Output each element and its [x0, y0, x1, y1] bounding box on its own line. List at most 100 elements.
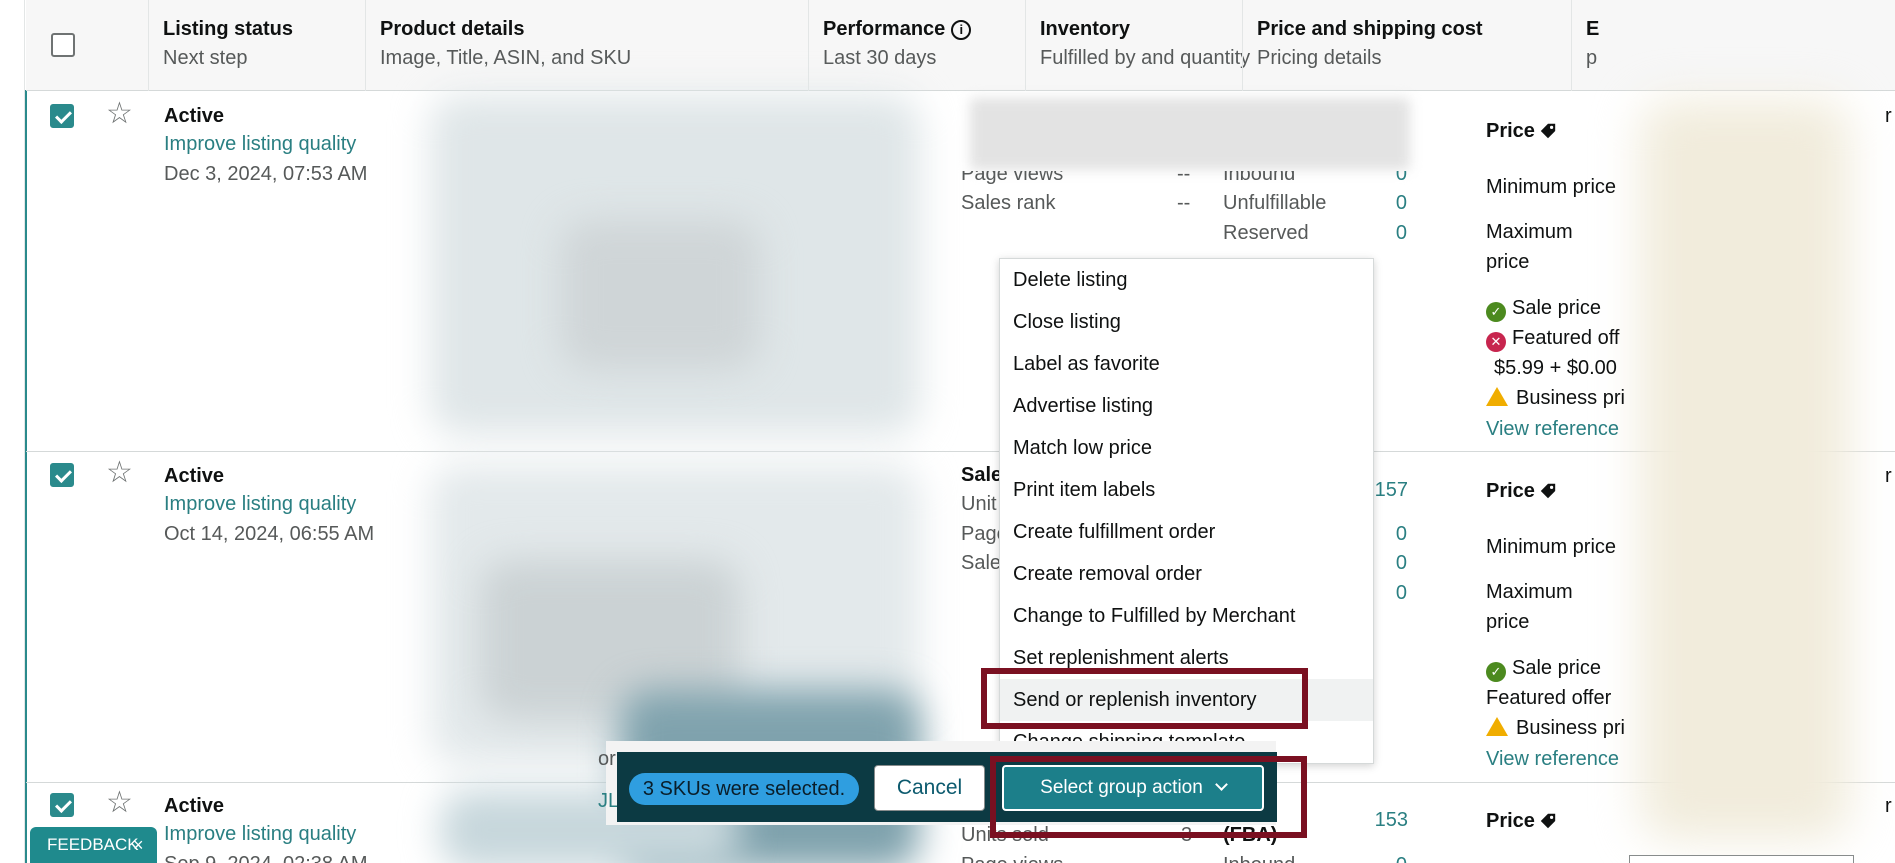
close-icon[interactable]: ×	[133, 827, 144, 863]
header-subtitle: Pricing details	[1257, 47, 1382, 69]
favorite-star-icon[interactable]: ☆	[106, 99, 133, 129]
listing-date: Dec 3, 2024, 07:53 AM	[164, 163, 368, 185]
header-subtitle: Image, Title, ASIN, and SKU	[380, 47, 632, 69]
header-subtitle: Last 30 days	[823, 47, 937, 69]
view-reference-link[interactable]: View reference	[1486, 746, 1619, 772]
partial-column-edge: r	[1885, 795, 1892, 817]
sale-price-line: ✓ Sale price	[1486, 653, 1601, 683]
maximum-price-label: price	[1486, 611, 1530, 633]
featured-offer-label: Featured off	[1512, 327, 1620, 349]
perf-label: Sale	[961, 464, 1003, 486]
menu-item-delete-listing[interactable]: Delete listing	[1000, 259, 1373, 301]
inventory-value[interactable]: 0	[1385, 852, 1407, 863]
info-icon[interactable]: i	[951, 20, 972, 40]
maximum-price-label: Maximum	[1486, 221, 1573, 243]
menu-item-close-listing[interactable]: Close listing	[1000, 301, 1373, 343]
inventory-value[interactable]: 0	[1385, 550, 1407, 576]
header-title: Performance i	[823, 16, 1012, 42]
improve-listing-link[interactable]: Improve listing quality	[164, 491, 356, 517]
listing-status: Active	[164, 465, 225, 487]
perf-label: Page views	[961, 852, 1063, 863]
obscured-text: JL	[598, 790, 620, 812]
business-price-label: Business pri	[1516, 717, 1625, 739]
price-input-field[interactable]	[1629, 855, 1854, 863]
warning-icon	[1486, 717, 1508, 736]
featured-offer-value: $5.99 + $0.00	[1494, 357, 1617, 379]
inventory-label: Unfulfillable	[1223, 192, 1327, 214]
header-inventory[interactable]: Inventory Fulfilled by and quantity	[1025, 0, 1251, 91]
menu-item-label-favorite[interactable]: Label as favorite	[1000, 343, 1373, 385]
header-subtitle: p	[1586, 47, 1598, 69]
feedback-label: FEEDBACK	[47, 835, 139, 854]
menu-item-create-removal-order[interactable]: Create removal order	[1000, 553, 1373, 595]
row-divider	[26, 451, 1895, 452]
minimum-price-label: Minimum price	[1486, 536, 1617, 558]
header-title: Inventory	[1040, 18, 1131, 40]
price-tag-icon	[1540, 483, 1556, 499]
header-title: Price and shipping cost	[1257, 18, 1483, 40]
partial-column-edge: r	[1885, 465, 1892, 487]
highlight-group-action	[990, 756, 1307, 838]
blurred-performance	[970, 98, 1410, 170]
row-checkbox[interactable]	[50, 104, 74, 128]
header-next-column[interactable]: E p	[1571, 0, 1631, 91]
favorite-star-icon[interactable]: ☆	[106, 788, 133, 818]
sale-price-label: Sale price	[1512, 297, 1601, 319]
price-tag-icon	[1540, 123, 1556, 139]
menu-item-print-labels[interactable]: Print item labels	[1000, 469, 1373, 511]
menu-item-advertise-listing[interactable]: Advertise listing	[1000, 385, 1373, 427]
row-checkbox[interactable]	[50, 793, 74, 817]
sale-price-label: Sale price	[1512, 657, 1601, 679]
check-circle-icon: ✓	[1486, 302, 1506, 322]
featured-offer-line: ✕ Featured off	[1486, 323, 1619, 353]
improve-listing-link[interactable]: Improve listing quality	[164, 131, 356, 157]
inventory-value[interactable]: 153	[1370, 807, 1408, 833]
highlight-send-replenish	[981, 668, 1308, 729]
header-title: Listing status	[163, 18, 294, 40]
header-title: Product details	[380, 18, 525, 40]
manage-inventory-page: Listing status Next step Product details…	[0, 0, 1895, 863]
maximum-price-label: price	[1486, 251, 1530, 273]
check-circle-icon: ✓	[1486, 662, 1506, 682]
inventory-value[interactable]: 0	[1385, 190, 1407, 216]
blurred-product-image	[560, 220, 760, 370]
listing-status: Active	[164, 795, 225, 817]
business-price-label: Business pri	[1516, 387, 1625, 409]
price-title: Price	[1486, 120, 1535, 142]
obscured-text: or	[598, 748, 616, 770]
cancel-button[interactable]: Cancel	[874, 765, 985, 811]
header-product-details[interactable]: Product details Image, Title, ASIN, and …	[365, 0, 809, 91]
menu-item-create-fulfillment-order[interactable]: Create fulfillment order	[1000, 511, 1373, 553]
header-title: E	[1586, 18, 1600, 40]
inventory-label: Reserved	[1223, 222, 1309, 244]
perf-label: Sale	[961, 552, 1002, 574]
perf-label: Sales rank	[961, 192, 1056, 214]
price-tag-icon	[1540, 813, 1556, 829]
favorite-star-icon[interactable]: ☆	[106, 458, 133, 488]
selected-rows-indicator	[25, 90, 27, 863]
inventory-value[interactable]: 0	[1385, 521, 1407, 547]
menu-item-change-to-fbm[interactable]: Change to Fulfilled by Merchant	[1000, 595, 1373, 637]
inventory-value[interactable]: 0	[1385, 220, 1407, 246]
listing-date: Sep 9, 2024, 02:38 AM	[164, 851, 368, 863]
business-price-line: Business pri	[1486, 383, 1625, 413]
select-all-checkbox[interactable]	[51, 33, 75, 57]
warning-icon	[1486, 387, 1508, 406]
inventory-value[interactable]: 0	[1385, 580, 1407, 606]
header-price[interactable]: Price and shipping cost Pricing details	[1242, 0, 1572, 91]
perf-value: --	[1177, 192, 1191, 214]
header-performance[interactable]: Performance i Last 30 days	[808, 0, 1026, 91]
header-subtitle: Fulfilled by and quantity	[1040, 47, 1251, 69]
improve-listing-link[interactable]: Improve listing quality	[164, 821, 356, 847]
menu-item-match-low-price[interactable]: Match low price	[1000, 427, 1373, 469]
header-title-text: Performance	[823, 18, 946, 40]
listing-date: Oct 14, 2024, 06:55 AM	[164, 523, 375, 545]
header-subtitle: Next step	[163, 47, 248, 69]
minimum-price-label: Minimum price	[1486, 176, 1617, 198]
header-listing-status[interactable]: Listing status Next step	[148, 0, 366, 91]
view-reference-link[interactable]: View reference	[1486, 416, 1619, 442]
inventory-value[interactable]: 157	[1370, 477, 1408, 503]
row-checkbox[interactable]	[50, 463, 74, 487]
sale-price-line: ✓ Sale price	[1486, 293, 1601, 323]
partial-column-edge: r	[1885, 105, 1892, 127]
